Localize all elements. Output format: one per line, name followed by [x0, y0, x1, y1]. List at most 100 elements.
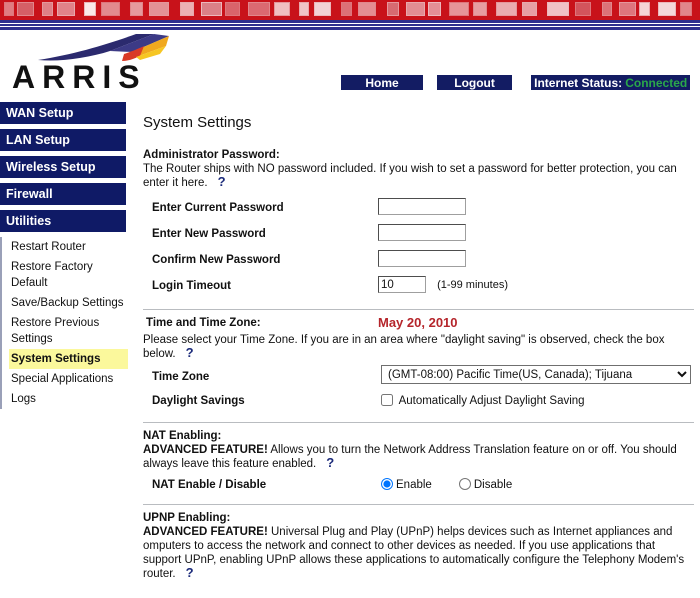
sidebar-subitem-system-settings[interactable]: System Settings: [9, 349, 128, 369]
label-login-timeout: Login Timeout: [152, 280, 232, 292]
banner-square: [473, 2, 487, 16]
banner-square: [387, 2, 399, 16]
sidebar-subitem-restore-previous-settings[interactable]: Restore Previous Settings: [9, 313, 128, 349]
nat-advanced-prefix: ADVANCED FEATURE!: [143, 444, 268, 456]
internet-status-value: Connected: [625, 76, 688, 90]
sidebar-subitem-logs[interactable]: Logs: [9, 389, 128, 409]
arris-logo: ARRIS: [8, 32, 188, 98]
nat-enable-label: Enable: [396, 479, 432, 491]
banner-square: [17, 2, 34, 16]
banner-square: [274, 2, 290, 16]
banner-square: [522, 2, 537, 16]
upnp-advanced-prefix: ADVANCED FEATURE!: [143, 526, 268, 538]
banner-square: [180, 2, 194, 16]
page-body: WAN Setup LAN Setup Wireless Setup Firewall…: [0, 102, 700, 598]
banner-square: [575, 2, 591, 16]
sidebar-subitem-restore-factory-default[interactable]: Restore Factory Default: [9, 257, 128, 293]
banner-square: [130, 2, 143, 16]
time-zone-section: Time and Time Zone: May 20, 2010 Please …: [140, 315, 691, 413]
banner-square: [639, 2, 650, 16]
upnp-heading: UPNP Enabling:: [143, 512, 231, 524]
banner-square: [149, 2, 169, 16]
sidebar-item-utilities[interactable]: Utilities: [0, 210, 128, 232]
page-title: System Settings: [143, 114, 252, 131]
banner-square: [84, 2, 96, 16]
banner-square: [449, 2, 469, 16]
sidebar-subitem-save-backup-settings[interactable]: Save/Backup Settings: [9, 293, 128, 313]
label-time-zone: Time Zone: [152, 371, 210, 383]
page-header: ARRIS Home Logout Internet Status: Conne…: [0, 30, 700, 102]
label-daylight-savings: Daylight Savings: [152, 395, 245, 407]
row-enter-current-password: Enter Current Password: [143, 198, 690, 224]
label-nat-enable-disable: NAT Enable / Disable: [152, 479, 267, 491]
daylight-savings-checkbox[interactable]: [381, 394, 393, 406]
sidebar-item-label: LAN Setup: [6, 133, 70, 147]
nat-enable-option[interactable]: Enable: [381, 478, 444, 491]
time-zone-select[interactable]: (GMT-08:00) Pacific Time(US, Canada); Ti…: [381, 365, 691, 384]
sidebar-submenu: Restart Router Restore Factory Default Sav…: [0, 237, 128, 409]
internet-status-badge: Internet Status: Connected: [530, 74, 692, 91]
banner-rule-stack: [0, 20, 700, 30]
sidebar-item-wan-setup[interactable]: WAN Setup: [0, 102, 128, 124]
sidebar-item-lan-setup[interactable]: LAN Setup: [0, 129, 128, 151]
help-icon-admin[interactable]: ?: [218, 175, 226, 188]
nat-enable-radio[interactable]: [381, 478, 393, 490]
sidebar-subitem-label: System Settings: [11, 353, 101, 365]
sidebar-subitem-label: Special Applications: [11, 373, 114, 385]
sidebar-item-label: Wireless Setup: [6, 160, 96, 174]
sidebar-item-label: Utilities: [6, 214, 52, 228]
daylight-savings-checkbox-wrap[interactable]: Automatically Adjust Daylight Saving: [381, 394, 585, 407]
nat-heading: NAT Enabling:: [143, 430, 222, 442]
banner-square: [358, 2, 376, 16]
help-icon-timezone[interactable]: ?: [186, 346, 194, 359]
sidebar-subitem-label: Save/Backup Settings: [11, 297, 124, 309]
help-icon-nat[interactable]: ?: [326, 456, 334, 469]
row-nat-enable-disable: NAT Enable / Disable Enable Disable: [143, 475, 690, 497]
banner-square: [496, 2, 517, 16]
arris-wordmark: ARRIS: [12, 59, 147, 95]
row-enter-new-password: Enter New Password: [143, 224, 690, 250]
current-date-display: May 20, 2010: [378, 315, 458, 330]
label-enter-current-password: Enter Current Password: [152, 202, 284, 214]
logout-button[interactable]: Logout: [436, 74, 514, 91]
sidebar: WAN Setup LAN Setup Wireless Setup Firewall…: [0, 102, 130, 598]
login-timeout-input[interactable]: [378, 276, 426, 293]
sidebar-subitem-special-applications[interactable]: Special Applications: [9, 369, 128, 389]
internet-status-label: Internet Status:: [534, 76, 623, 90]
decorative-top-banner: [0, 0, 700, 20]
administrator-password-section: Administrator Password: The Router ships…: [140, 149, 690, 302]
login-timeout-hint: (1-99 minutes): [437, 278, 508, 291]
banner-square: [314, 2, 331, 16]
banner-square: [428, 2, 441, 16]
sidebar-item-wireless-setup[interactable]: Wireless Setup: [0, 156, 128, 178]
sidebar-subitem-label: Restart Router: [11, 241, 86, 253]
row-daylight-savings: Daylight Savings Automatically Adjust Da…: [143, 391, 690, 413]
banner-rule-1: [0, 20, 700, 23]
sidebar-main-menu: WAN Setup LAN Setup Wireless Setup Firewall…: [0, 102, 130, 232]
label-enter-new-password: Enter New Password: [152, 228, 266, 240]
nat-disable-radio[interactable]: [458, 478, 471, 490]
new-password-input[interactable]: [378, 224, 466, 241]
banner-square: [299, 2, 309, 16]
banner-square: [225, 2, 240, 16]
header-navigation: Home Logout Internet Status: Connected: [340, 74, 692, 92]
banner-rule-2: [0, 24, 700, 26]
sidebar-subitem-label: Restore Previous Settings: [11, 317, 100, 345]
current-password-input[interactable]: [378, 198, 466, 215]
banner-square: [57, 2, 75, 16]
nat-description: ADVANCED FEATURE! Allows you to turn the…: [143, 443, 691, 471]
upnp-description: ADVANCED FEATURE! Universal Plug and Pla…: [143, 525, 691, 581]
banner-square: [248, 2, 270, 16]
row-login-timeout: Login Timeout (1-99 minutes): [143, 276, 690, 302]
banner-square: [101, 2, 120, 16]
banner-square: [4, 2, 14, 16]
help-icon-upnp[interactable]: ?: [186, 566, 194, 579]
main-content: setuprouter System Settings Administrato…: [130, 102, 700, 598]
confirm-password-input[interactable]: [378, 250, 466, 267]
row-time-zone: Time Zone (GMT-08:00) Pacific Time(US, C…: [143, 365, 691, 391]
daylight-savings-checkbox-label: Automatically Adjust Daylight Saving: [398, 395, 585, 407]
nat-disable-option[interactable]: Disable: [458, 478, 524, 491]
sidebar-item-firewall[interactable]: Firewall: [0, 183, 128, 205]
sidebar-subitem-restart-router[interactable]: Restart Router: [9, 237, 128, 257]
home-button[interactable]: Home: [340, 74, 424, 91]
